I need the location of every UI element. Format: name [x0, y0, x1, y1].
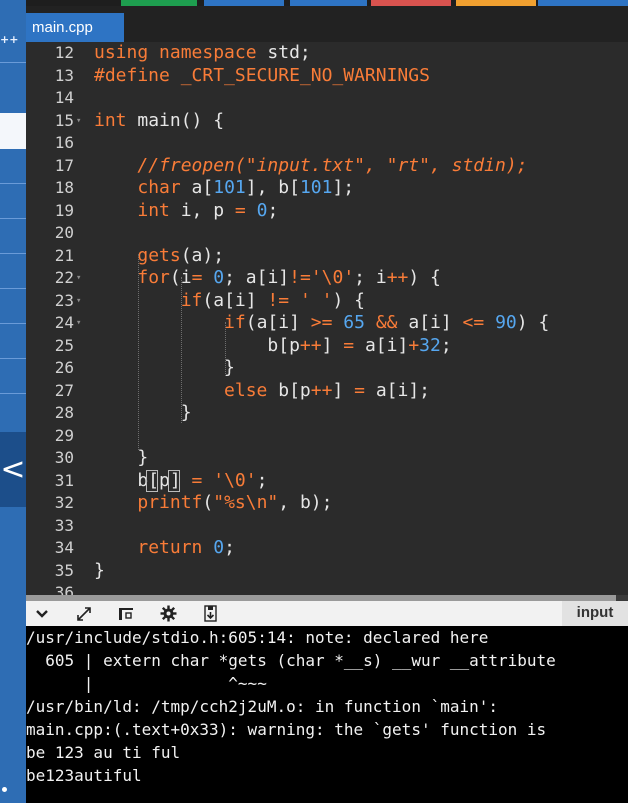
code-line[interactable]: char a[101], b[101]; [94, 177, 354, 200]
line-number: 36 [54, 583, 74, 595]
code-line[interactable]: for(i= 0; a[i]!='\0'; i++) { [94, 267, 441, 290]
console-line: be123autiful [26, 766, 142, 785]
console-line: | ^~~~ [26, 674, 267, 693]
code-line[interactable]: int main() { [94, 110, 224, 133]
chevron-down-icon[interactable] [32, 604, 52, 623]
line-number: 29 [54, 425, 74, 445]
line-number: 33 [54, 515, 74, 535]
code-line[interactable]: else b[p++] = a[i]; [94, 380, 430, 403]
line-number: 26 [54, 358, 74, 377]
sidebar-divider [0, 253, 26, 254]
line-number: 35 [54, 560, 74, 580]
line-number: 12 [54, 43, 74, 62]
fold-toggle-icon[interactable]: ▾ [76, 110, 81, 133]
line-number: 16 [54, 133, 74, 152]
console-line: /usr/include/stdio.h:605:14: note: decla… [26, 628, 489, 647]
indent-guide [181, 277, 182, 423]
line-number: 32 [54, 493, 74, 512]
console-line: /usr/bin/ld: /tmp/cch2j2uM.o: in functio… [26, 697, 499, 716]
line-number: 31 [54, 470, 74, 490]
code-line[interactable]: int i, p = 0; [94, 200, 278, 223]
layout-icon[interactable] [116, 604, 136, 623]
line-number: 21 [54, 245, 74, 265]
code-line[interactable]: if(a[i] >= 65 && a[i] <= 90) { [94, 312, 549, 335]
line-number: 20 [54, 223, 74, 242]
code-line[interactable]: //freopen("input.txt", "rt", stdin); [94, 155, 527, 178]
collapse-sidebar-button[interactable]: < [0, 432, 26, 507]
line-number: 23 [54, 290, 74, 310]
code-line[interactable]: using namespace std; [94, 42, 311, 65]
code-editor[interactable]: 12 13 14 15 ▾ 16 17 18 19 20 21 22 ▾ 23 ▾ 24 ▾ 25 26 27 28 29… [26, 42, 628, 595]
line-number: 17 [54, 155, 74, 175]
download-icon[interactable] [200, 604, 220, 623]
file-tab-bar: main.cpp [26, 6, 628, 42]
sidebar-divider [0, 358, 26, 359]
bracket-match-left [146, 470, 158, 492]
fold-toggle-icon[interactable]: ▾ [76, 290, 81, 313]
line-number: 34 [54, 538, 74, 557]
sidebar-divider [0, 323, 26, 324]
code-line[interactable]: return 0; [94, 537, 235, 560]
code-line[interactable]: if(a[i] != ' ') { [94, 290, 365, 313]
console-toolbar: input [26, 601, 628, 626]
sidebar-divider [0, 183, 26, 184]
left-sidebar: ++ < [0, 0, 26, 803]
line-number: 19 [54, 200, 74, 220]
line-number: 24 [54, 313, 74, 332]
chevron-left-icon: < [0, 452, 26, 487]
code-line[interactable]: b[p] = '\0'; [94, 470, 267, 493]
console-line: main.cpp:(.text+0x33): warning: the `get… [26, 720, 547, 739]
status-dot [2, 787, 7, 792]
console-line: be 123 au ti ful [26, 743, 181, 762]
sidebar-divider [0, 393, 26, 394]
gear-icon[interactable] [158, 604, 178, 623]
code-line[interactable]: gets(a); [94, 245, 224, 268]
line-number: 28 [54, 403, 74, 422]
line-number: 27 [54, 380, 74, 400]
code-line[interactable]: b[p++] = a[i]+32; [94, 335, 451, 358]
line-number: 13 [54, 65, 74, 85]
sidebar-divider [0, 62, 26, 63]
line-number: 18 [54, 178, 74, 197]
line-number: 30 [54, 448, 74, 467]
code-line[interactable]: } [94, 402, 192, 425]
line-number: 25 [54, 335, 74, 355]
tab-input[interactable]: input [562, 601, 628, 626]
console-line: 605 | extern char *gets (char *__s) __wu… [26, 651, 556, 670]
code-line[interactable]: #define _CRT_SECURE_NO_WARNINGS [94, 65, 430, 88]
code-line[interactable]: } [94, 357, 235, 380]
sidebar-divider [0, 218, 26, 219]
indent-guide [225, 322, 226, 376]
sidebar-divider [0, 288, 26, 289]
expand-icon[interactable] [74, 604, 94, 623]
line-number: 15 [54, 110, 74, 130]
bracket-match-right [168, 470, 180, 492]
line-number: 14 [54, 88, 74, 107]
line-number: 22 [54, 268, 74, 287]
code-line[interactable]: } [94, 560, 105, 583]
indent-guide [138, 254, 139, 450]
code-line[interactable]: } [94, 447, 148, 470]
fold-toggle-icon[interactable]: ▾ [76, 312, 81, 335]
line-number-gutter: 12 13 14 15 ▾ 16 17 18 19 20 21 22 ▾ 23 ▾ 24 ▾ 25 26 27 28 29… [26, 42, 88, 595]
code-line[interactable]: printf("%s\n", b); [94, 492, 332, 515]
fold-toggle-icon[interactable]: ▾ [76, 267, 81, 290]
file-tab-main-cpp[interactable]: main.cpp [26, 13, 124, 42]
console-output: /usr/include/stdio.h:605:14: note: decla… [26, 626, 628, 803]
sidebar-plus-label: ++ [0, 33, 19, 46]
sidebar-item-selected[interactable] [0, 113, 26, 149]
